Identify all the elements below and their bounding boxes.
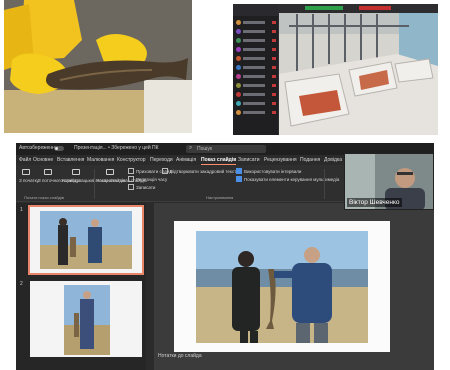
presenter-name: Віктор Шевченко [347, 198, 402, 207]
document-title: Презентація... • Збережено у цей ПК [74, 145, 159, 151]
call-status-strip [279, 4, 438, 13]
from-start-button[interactable]: З початку [19, 178, 39, 183]
slide-thumbnail-1[interactable] [28, 205, 144, 275]
fish-photo-illustration [4, 0, 192, 133]
aquarium-lab-illustration [279, 4, 438, 135]
tab-view[interactable]: Подання [300, 157, 320, 163]
tab-home[interactable]: Основне [33, 157, 53, 163]
setup-show-button[interactable]: Настроїти показ слайдів [96, 178, 147, 183]
slide-editor: Нотатки до слайда [154, 203, 434, 370]
search-icon: ⌕ [189, 145, 193, 151]
autosave-toggle[interactable] [54, 146, 64, 151]
slide-thumbnail-2[interactable] [30, 281, 142, 357]
powerpoint-window: Автозбереження Презентація... • Збережен… [16, 143, 434, 370]
use-timings-checkbox[interactable]: Використовувати інтервали [236, 168, 301, 174]
tab-transitions[interactable]: Переходи [150, 157, 173, 163]
play-narrations-checkbox[interactable]: Відтворювати закадровий текст [162, 168, 236, 174]
play-from-start-icon[interactable] [22, 169, 30, 175]
play-from-current-icon[interactable] [44, 169, 52, 175]
current-slide[interactable] [174, 221, 390, 352]
leave-button[interactable] [359, 6, 391, 10]
tab-file[interactable]: Файл [19, 157, 31, 163]
tab-slide-show[interactable]: Показ слайдів [201, 157, 237, 165]
record-button[interactable]: Записати [128, 184, 155, 190]
tab-record[interactable]: Записати [238, 157, 260, 163]
tab-help[interactable]: Довідка [324, 157, 342, 163]
tab-draw[interactable]: Малювання [87, 157, 114, 163]
notes-placeholder[interactable]: Нотатки до слайда [158, 353, 202, 359]
from-current-button[interactable]: З поточного слайда [38, 178, 79, 183]
photo-fish-held-in-gloves [4, 0, 192, 133]
search-placeholder: Пошук [197, 146, 213, 152]
shared-video-aquarium-lab [279, 4, 438, 135]
thumbnail-1-picture [30, 207, 142, 273]
custom-show-button[interactable]: Користувацький показ слайдів [62, 178, 125, 183]
group-label-setup: Настроювання [206, 195, 234, 200]
tab-animations[interactable]: Анімація [176, 157, 196, 163]
slide-thumbnails-pane: 1 2 [16, 203, 146, 370]
slide-photo-two-men-with-fish [174, 221, 390, 352]
tab-review[interactable]: Рецензування [264, 157, 297, 163]
slide-number: 1 [20, 207, 23, 213]
participants-panel [233, 4, 279, 135]
search-box[interactable]: ⌕ Пошук [186, 145, 266, 153]
tab-insert[interactable]: Вставлення [57, 157, 84, 163]
slide-number: 2 [20, 281, 23, 287]
rehearse-timings-button[interactable]: Репетиція часу [128, 176, 167, 182]
custom-show-icon[interactable] [72, 169, 80, 175]
join-button[interactable] [305, 6, 343, 10]
tab-design[interactable]: Конструктор [117, 157, 146, 163]
thumbnail-2-picture [30, 281, 142, 357]
group-label-start: Почати показ слайдів [24, 195, 64, 200]
presenter-webcam: Віктор Шевченко [344, 153, 434, 210]
autosave-label: Автозбереження [19, 145, 58, 151]
video-call-window [233, 4, 438, 135]
setup-show-icon[interactable] [106, 169, 114, 175]
